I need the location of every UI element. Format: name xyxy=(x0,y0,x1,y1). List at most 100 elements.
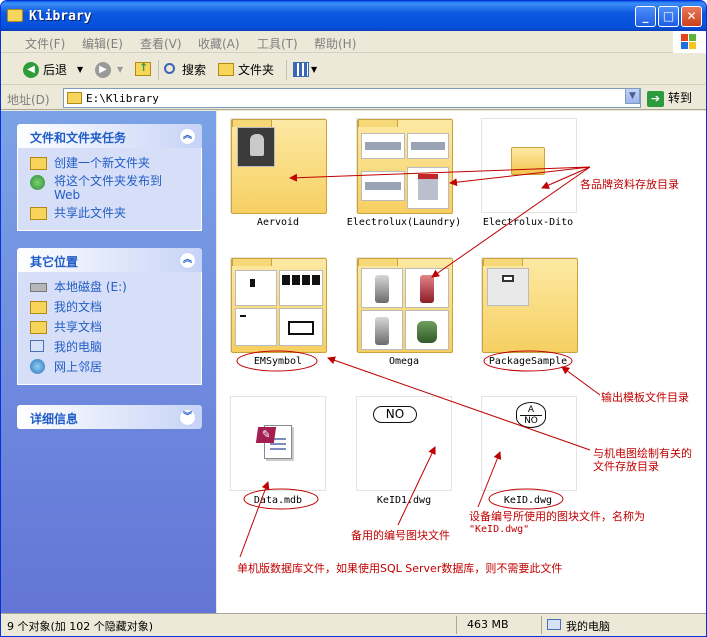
folder-aervoid[interactable] xyxy=(230,118,327,214)
maximize-button[interactable]: □ xyxy=(658,6,679,27)
forward-button[interactable]: ▶ ▼ xyxy=(95,59,127,81)
file-keid-dwg[interactable]: A NO xyxy=(481,396,577,491)
file-label[interactable]: PackageSample xyxy=(465,356,591,367)
address-dropdown-icon[interactable]: ▼ xyxy=(625,88,640,104)
status-divider xyxy=(541,616,542,634)
folder-tab xyxy=(358,119,398,127)
menu-favorites[interactable]: 收藏(A) xyxy=(198,35,240,52)
symbol-shape xyxy=(240,315,246,317)
file-tasks-header[interactable]: 文件和文件夹任务 ︽ xyxy=(17,124,202,148)
chevron-down-icon[interactable]: ▼ xyxy=(311,59,317,81)
windows-logo-icon xyxy=(673,31,706,53)
product-image xyxy=(237,127,275,167)
back-button[interactable]: ◀ 后退 ▼ xyxy=(23,59,85,81)
folder-omega[interactable] xyxy=(356,257,453,353)
views-icon xyxy=(293,62,309,77)
other-places-header[interactable]: 其它位置 ︽ xyxy=(17,248,202,272)
toolbar-divider xyxy=(158,60,159,80)
shared-documents-link[interactable]: 共享文档 xyxy=(28,318,201,338)
folder-electrolux-laundry[interactable] xyxy=(356,118,453,214)
title-bar[interactable]: Klibrary _ □ ✕ xyxy=(1,1,706,31)
forward-arrow-icon: ▶ xyxy=(95,62,111,78)
my-documents-link[interactable]: 我的文档 xyxy=(28,298,201,318)
file-label[interactable]: Aervoid xyxy=(215,217,341,228)
menu-edit[interactable]: 编辑(E) xyxy=(82,35,123,52)
keid-block-text-top: A xyxy=(527,405,535,415)
new-folder-link[interactable]: 创建一个新文件夹 xyxy=(28,154,201,174)
blender-shape xyxy=(420,275,434,303)
other-places-panel: 其它位置 ︽ 本地磁盘 (E:) 我的文档 共享文档 我的电脑 网上邻居 xyxy=(17,248,202,385)
menu-file[interactable]: 文件(F) xyxy=(25,35,65,52)
symbol-shape xyxy=(250,279,255,287)
annotation-spare: 备用的编号图块文件 xyxy=(351,529,450,542)
status-size: 463 MB xyxy=(467,618,509,631)
shared-folder-icon xyxy=(30,321,47,334)
symbol-preview xyxy=(279,308,323,346)
file-label[interactable]: Electrolux-Dito xyxy=(465,217,591,228)
views-button[interactable]: ▼ xyxy=(293,59,319,81)
collapse-icon[interactable]: ︽ xyxy=(179,128,196,145)
product-shape xyxy=(365,142,401,150)
up-folder-button[interactable]: ↑ xyxy=(135,59,153,81)
local-disk-label: 本地磁盘 (E:) xyxy=(54,280,127,294)
file-label[interactable]: KeID.dwg xyxy=(465,495,591,506)
document-line xyxy=(270,448,286,450)
document-line xyxy=(270,443,286,445)
menu-tools[interactable]: 工具(T) xyxy=(257,35,298,52)
folder-electrolux-dito[interactable] xyxy=(481,118,577,213)
file-data-mdb[interactable]: ✎ xyxy=(230,396,326,491)
menu-help[interactable]: 帮助(H) xyxy=(314,35,356,52)
file-label[interactable]: Electrolux(Laundry) xyxy=(341,217,467,228)
template-shape xyxy=(502,275,514,282)
menu-bar: 文件(F) 编辑(E) 查看(V) 收藏(A) 工具(T) 帮助(H) xyxy=(1,31,706,53)
computer-icon xyxy=(547,619,561,630)
local-disk-link[interactable]: 本地磁盘 (E:) xyxy=(28,278,201,298)
file-label[interactable]: Data.mdb xyxy=(215,495,341,506)
expand-icon[interactable]: ︾ xyxy=(179,409,196,426)
network-icon xyxy=(30,359,45,374)
search-button[interactable]: 搜索 xyxy=(163,59,213,81)
blender-shape xyxy=(375,317,389,345)
folder-tab xyxy=(232,258,272,266)
folders-button[interactable]: 文件夹 xyxy=(218,59,280,81)
address-bar: 地址(D) E:\Klibrary ▼ ➔ 转到 xyxy=(1,86,706,110)
no-block-preview: NO xyxy=(373,406,417,423)
keid-block-preview: A NO xyxy=(516,402,546,428)
address-label: 地址(D) xyxy=(7,93,50,107)
product-image xyxy=(405,310,449,350)
window-title: Klibrary xyxy=(29,9,92,24)
menu-view[interactable]: 查看(V) xyxy=(140,35,182,52)
product-shape xyxy=(418,174,438,200)
folder-packagesample[interactable] xyxy=(481,257,578,353)
go-button[interactable]: ➔ 转到 xyxy=(647,89,692,107)
my-computer-label: 我的电脑 xyxy=(54,340,103,354)
my-computer-link[interactable]: 我的电脑 xyxy=(28,338,201,358)
annotation-device-line2: "KeID.dwg" xyxy=(469,524,530,535)
file-label[interactable]: EMSymbol xyxy=(215,356,341,367)
task-pane: 文件和文件夹任务 ︽ 创建一个新文件夹 将这个文件夹发布到 Web 共享此文件夹 xyxy=(1,111,216,613)
details-header[interactable]: 详细信息 ︾ xyxy=(17,405,202,429)
file-label[interactable]: Omega xyxy=(341,356,467,367)
product-image xyxy=(361,171,405,201)
annotation-template: 输出模板文件目录 xyxy=(601,391,689,404)
folder-icon xyxy=(511,147,545,175)
status-object-count: 9 个对象(加 102 个隐藏对象) xyxy=(7,620,154,633)
other-places-body: 本地磁盘 (E:) 我的文档 共享文档 我的电脑 网上邻居 xyxy=(17,272,202,385)
product-shape xyxy=(411,142,445,150)
close-button[interactable]: ✕ xyxy=(681,6,702,27)
folder-icon xyxy=(7,9,23,22)
collapse-icon[interactable]: ︽ xyxy=(179,252,196,269)
address-input[interactable]: E:\Klibrary xyxy=(63,88,641,108)
share-folder-link[interactable]: 共享此文件夹 xyxy=(28,204,201,224)
minimize-button[interactable]: _ xyxy=(635,6,656,27)
publish-web-link[interactable]: 将这个文件夹发布到 Web xyxy=(28,174,201,204)
network-places-link[interactable]: 网上邻居 xyxy=(28,358,201,378)
chevron-down-icon[interactable]: ▼ xyxy=(77,59,83,81)
folder-emsymbol[interactable] xyxy=(230,257,327,353)
chevron-down-icon[interactable]: ▼ xyxy=(117,59,123,81)
file-keid1-dwg[interactable]: NO xyxy=(356,396,452,491)
annotation-em-line1: 与机电图绘制有关的 xyxy=(593,447,692,460)
back-label: 后退 xyxy=(43,63,68,77)
file-label[interactable]: KeID1.dwg xyxy=(341,495,467,506)
blender-shape xyxy=(375,275,389,303)
